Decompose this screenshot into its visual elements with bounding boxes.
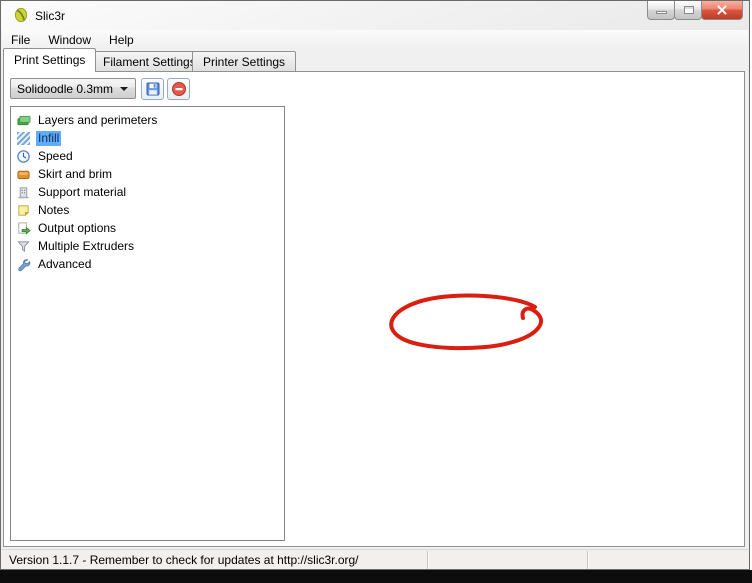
delete-preset-button[interactable] xyxy=(167,78,190,100)
tree-item-infill[interactable]: Infill xyxy=(11,129,284,147)
support-icon xyxy=(15,184,31,200)
tree-item-multiple-extruders[interactable]: Multiple Extruders xyxy=(11,237,284,255)
status-text: Version 1.1.7 - Remember to check for up… xyxy=(9,553,359,567)
infill-icon xyxy=(15,130,31,146)
window-title: Slic3r xyxy=(35,9,65,23)
tree-item-notes[interactable]: Notes xyxy=(11,201,284,219)
minimize-icon xyxy=(656,11,667,14)
slic3r-window: Slic3r File Window Help Print Settings F… xyxy=(0,0,752,583)
tree-item-label: Output options xyxy=(36,221,118,236)
tree-item-speed[interactable]: Speed xyxy=(11,147,284,165)
tab-filament-settings[interactable]: Filament Settings xyxy=(92,51,207,71)
close-button[interactable] xyxy=(701,1,743,20)
settings-tree: Layers and perimeters Infill Speed xyxy=(10,106,285,541)
delete-icon xyxy=(171,81,187,97)
menu-help[interactable]: Help xyxy=(100,31,143,49)
status-separator xyxy=(587,551,588,569)
tree-item-label: Multiple Extruders xyxy=(36,239,136,254)
tree-item-label: Infill xyxy=(36,131,61,146)
layers-icon xyxy=(15,112,31,128)
status-separator xyxy=(427,551,428,569)
screen-bottom-edge xyxy=(0,570,752,583)
window-frame: Slic3r File Window Help Print Settings F… xyxy=(0,0,750,570)
tab-print-settings[interactable]: Print Settings xyxy=(3,48,96,72)
close-icon xyxy=(716,4,728,16)
menu-bar: File Window Help xyxy=(2,30,748,49)
menu-window[interactable]: Window xyxy=(39,31,100,49)
skirt-icon xyxy=(15,166,31,182)
tree-item-output-options[interactable]: Output options xyxy=(11,219,284,237)
preset-value: Solidoodle 0.3mm xyxy=(17,82,113,96)
extruders-icon xyxy=(15,238,31,254)
tree-item-layers-and-perimeters[interactable]: Layers and perimeters xyxy=(11,111,284,129)
tree-item-support-material[interactable]: Support material xyxy=(11,183,284,201)
tree-item-label: Layers and perimeters xyxy=(36,113,159,128)
tree-item-advanced[interactable]: Advanced xyxy=(11,255,284,273)
status-bar: Version 1.1.7 - Remember to check for up… xyxy=(2,549,748,569)
save-icon xyxy=(145,81,161,97)
print-settings-panel: Solidoodle 0.3mm xyxy=(3,71,745,547)
maximize-button[interactable] xyxy=(674,1,702,20)
tree-item-label: Advanced xyxy=(36,257,93,272)
settings-tabstrip: Print Settings Filament Settings Printer… xyxy=(1,48,749,71)
advanced-icon xyxy=(15,256,31,272)
menu-file[interactable]: File xyxy=(2,31,39,49)
tree-item-label: Notes xyxy=(36,203,71,218)
tree-item-label: Support material xyxy=(36,185,128,200)
tab-printer-settings[interactable]: Printer Settings xyxy=(192,51,296,71)
tree-item-label: Speed xyxy=(36,149,75,164)
output-icon xyxy=(15,220,31,236)
maximize-icon xyxy=(684,6,694,14)
tree-item-skirt-and-brim[interactable]: Skirt and brim xyxy=(11,165,284,183)
notes-icon xyxy=(15,202,31,218)
tree-item-label: Skirt and brim xyxy=(36,167,114,182)
title-bar[interactable]: Slic3r xyxy=(1,1,749,30)
speed-icon xyxy=(15,148,31,164)
preset-dropdown[interactable]: Solidoodle 0.3mm xyxy=(10,78,136,99)
window-controls xyxy=(648,1,743,20)
minimize-button[interactable] xyxy=(647,1,675,20)
slic3r-app-icon xyxy=(13,7,29,23)
save-preset-button[interactable] xyxy=(141,78,164,100)
